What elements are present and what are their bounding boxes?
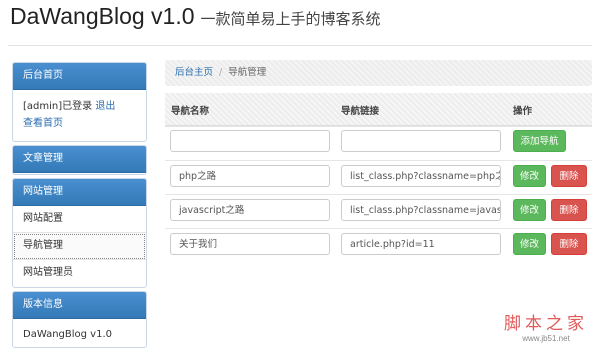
article-panel: 文章管理 [12, 145, 147, 175]
table-row: 关于我们 article.php?id=11 修改 删除 [165, 228, 592, 263]
nav-link-input[interactable]: list_class.php?classname=javascript [341, 199, 501, 221]
column-header-link: 导航链接 [341, 106, 380, 117]
new-nav-name-input[interactable] [170, 130, 330, 152]
sidebar-item-nav-management[interactable]: 导航管理 [13, 233, 146, 260]
view-home-link[interactable]: 查看首页 [23, 118, 63, 129]
logout-link[interactable]: 退出 [95, 101, 115, 112]
delete-button[interactable]: 删除 [551, 165, 587, 187]
breadcrumb-separator: / [219, 67, 223, 78]
version-panel: 版本信息 DaWangBlog v1.0 [12, 291, 147, 348]
header-divider [8, 45, 592, 46]
new-nav-link-input[interactable] [341, 130, 501, 152]
table-row: javascript之路 list_class.php?classname=ja… [165, 194, 592, 229]
edit-button[interactable]: 修改 [513, 199, 546, 221]
nav-link-input[interactable]: list_class.php?classname=php之路 [341, 165, 501, 187]
admin-panel-heading[interactable]: 后台首页 [13, 63, 146, 90]
nav-name-input[interactable]: php之路 [170, 165, 330, 187]
breadcrumb-current: 导航管理 [228, 67, 267, 78]
delete-button[interactable]: 删除 [551, 199, 587, 221]
version-text: DaWangBlog v1.0 [23, 329, 112, 340]
site-subtitle: 一款简单易上手的博客系统 [200, 10, 381, 28]
sidebar-item-site-config[interactable]: 网站配置 [13, 206, 146, 233]
column-header-name: 导航名称 [171, 106, 210, 117]
site-title: DaWangBlog v1.0 一款简单易上手的博客系统 [10, 3, 381, 30]
login-status: [admin]已登录 [23, 101, 93, 112]
column-header-action: 操作 [513, 106, 533, 117]
nav-name-input[interactable]: javascript之路 [170, 199, 330, 221]
article-panel-heading[interactable]: 文章管理 [13, 146, 146, 173]
watermark-brand: 脚本之家 [504, 314, 588, 334]
version-panel-heading: 版本信息 [13, 292, 146, 319]
nav-link-input[interactable]: article.php?id=11 [341, 233, 501, 255]
delete-button[interactable]: 删除 [551, 233, 587, 255]
main-content: 后台主页 / 导航管理 导航名称 导航链接 操作 添加导航 php之路 list_c… [165, 60, 592, 255]
site-panel-heading[interactable]: 网站管理 [13, 179, 146, 206]
site-panel: 网站管理 网站配置 导航管理 网站管理员 [12, 178, 147, 288]
watermark: 脚本之家 www.jb51.net [504, 309, 588, 343]
site-name: DaWangBlog v1.0 [10, 3, 195, 29]
table-header: 导航名称 导航链接 操作 [165, 93, 592, 127]
admin-panel: 后台首页 [admin]已登录 退出 查看首页 [12, 62, 147, 142]
nav-name-input[interactable]: 关于我们 [170, 233, 330, 255]
table-row-add: 添加导航 [165, 126, 592, 161]
edit-button[interactable]: 修改 [513, 233, 546, 255]
breadcrumb: 后台主页 / 导航管理 [165, 60, 592, 86]
table-row: php之路 list_class.php?classname=php之路 修改 … [165, 160, 592, 195]
add-nav-button[interactable]: 添加导航 [513, 130, 566, 152]
edit-button[interactable]: 修改 [513, 165, 546, 187]
breadcrumb-home[interactable]: 后台主页 [175, 67, 213, 78]
watermark-url: www.jb51.net [522, 334, 570, 343]
sidebar-item-site-admins[interactable]: 网站管理员 [13, 260, 146, 286]
